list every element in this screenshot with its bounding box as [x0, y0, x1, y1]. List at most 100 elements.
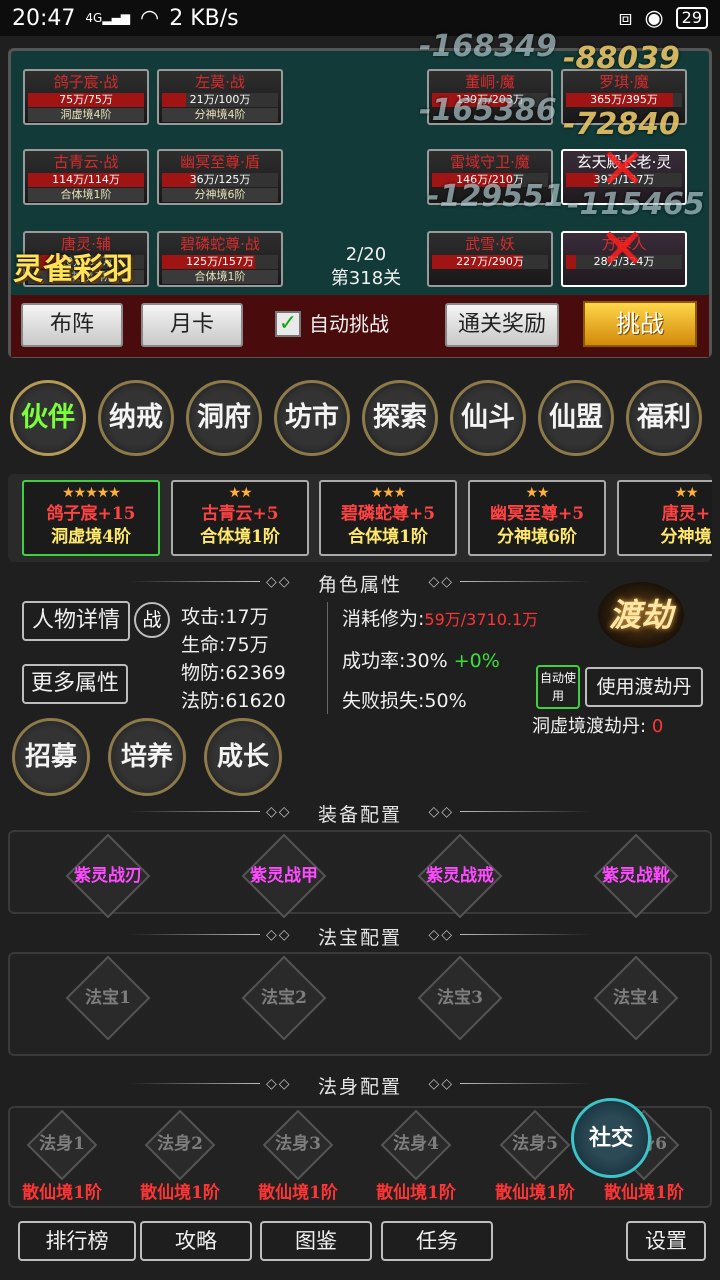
partner-realm: 洞虚境4阶 [51, 527, 131, 547]
challenge-button[interactable]: 挑战 [583, 301, 697, 347]
menu-cave[interactable]: 洞府 [186, 380, 262, 456]
equipment-panel: 紫灵战刃 紫灵战甲 紫灵战戒 紫灵战靴 [8, 830, 712, 919]
unit-name: 碧磷蛇尊·战 [180, 235, 260, 253]
monthly-card-button[interactable]: 月卡 [141, 303, 243, 347]
equipment-title: 装备配置 [317, 804, 402, 826]
settings-button[interactable]: 设置 [626, 1221, 706, 1261]
damage-number: -88039 [563, 41, 680, 76]
wifi-icon: ◠ [140, 5, 160, 31]
menu-explore[interactable]: 探索 [362, 380, 438, 456]
ally-unit[interactable]: 碧磷蛇尊·战 125万/157万 合体境1阶 [157, 231, 283, 287]
treasure-panel: 法宝1 法宝2 法宝3 法宝4 [8, 952, 712, 1056]
ally-unit[interactable]: 古青云·战 114万/114万 合体境1阶 [23, 149, 149, 205]
menu-welfare[interactable]: 福利 [626, 380, 702, 456]
menu-partner[interactable]: 伙伴 [10, 380, 86, 456]
lock-icon: ◉ [644, 5, 664, 31]
social-button[interactable]: 社交 [571, 1098, 651, 1178]
skill-name: 灵雀彩羽 [13, 252, 133, 287]
partner-card[interactable]: ★★★★★ 鸽子宸+15 洞虚境4阶 [22, 480, 160, 556]
equipment-slot[interactable]: 紫灵战刃 [38, 833, 178, 919]
partner-name: 鸽子宸+15 [46, 504, 136, 524]
treasure-name: 法宝2 [261, 988, 307, 1008]
treasure-slot[interactable]: 法宝3 [390, 955, 530, 1041]
train-button[interactable]: 培养 [108, 718, 186, 796]
equipment-name: 紫灵战刃 [74, 866, 142, 886]
formation-button[interactable]: 布阵 [21, 303, 123, 347]
partner-realm: 合体境1阶 [200, 527, 280, 547]
clear-reward-button[interactable]: 通关奖励 [445, 303, 559, 347]
star-rating: ★★★★★ [62, 485, 121, 501]
treasure-slot[interactable]: 法宝2 [214, 955, 354, 1041]
body-realm: 散仙境1阶 [604, 1183, 684, 1203]
battle-area: 鸽子宸·战 75万/75万 洞虚境4阶 左莫·战 21万/100万 分神境4阶 … [8, 29, 712, 358]
codex-button[interactable]: 图鉴 [260, 1221, 372, 1261]
ally-unit[interactable]: 幽冥至尊·盾 36万/125万 分神境6阶 [157, 149, 283, 205]
hp-bar: 125万/157万 [162, 255, 278, 269]
menu-alliance[interactable]: 仙盟 [538, 380, 614, 456]
menu-market[interactable]: 坊市 [274, 380, 350, 456]
menu-storage-ring[interactable]: 纳戒 [98, 380, 174, 456]
unit-name: 雷域守卫·魔 [450, 153, 530, 171]
signal-icon: 4G▂▄▆ [85, 11, 131, 25]
partner-card[interactable]: ★★ 古青云+5 合体境1阶 [171, 480, 309, 556]
guide-button[interactable]: 攻略 [140, 1221, 252, 1261]
equipment-slot[interactable]: 紫灵战甲 [214, 833, 354, 919]
treasure-slot[interactable]: 法宝4 [566, 955, 706, 1041]
partner-card[interactable]: ★★ 幽冥至尊+5 分神境6阶 [468, 480, 606, 556]
partner-realm: 分神境6阶 [497, 527, 577, 547]
unit-name: 鸽子宸·战 [53, 73, 119, 91]
unit-realm: 洞虚境4阶 [28, 108, 144, 122]
damage-number: -129551 [427, 179, 565, 214]
hit-mark-icon: ✕ [599, 217, 646, 282]
treasure-slot[interactable]: 法宝1 [38, 955, 178, 1041]
clock: 20:47 [12, 5, 76, 31]
unit-name: 左莫·战 [195, 73, 245, 91]
partner-card[interactable]: ★★ 唐灵+ 分神境 [617, 480, 712, 556]
unit-realm: 分神境6阶 [162, 188, 278, 202]
unit-name: 幽冥至尊·盾 [180, 153, 260, 171]
attack-stat: 攻击:17万 [181, 606, 269, 628]
ally-unit[interactable]: 鸽子宸·战 75万/75万 洞虚境4阶 [23, 69, 149, 125]
partner-realm: 合体境1阶 [348, 527, 428, 547]
recruit-button[interactable]: 招募 [12, 718, 90, 796]
use-pill-button[interactable]: 使用渡劫丹 [585, 667, 703, 707]
treasure-title: 法宝配置 [317, 927, 402, 949]
hp-bar: 227万/290万 [432, 255, 548, 269]
partner-name: 唐灵+ [661, 504, 711, 524]
unit-name: 武雪·妖 [465, 235, 515, 253]
ranking-button[interactable]: 排行榜 [18, 1221, 136, 1261]
auto-use-toggle[interactable]: 自动使用 [536, 665, 580, 709]
hp-bar: 36万/125万 [162, 173, 278, 187]
physical-defense-stat: 物防:62369 [181, 662, 286, 684]
success-rate-stat: 成功率:30% +0% [342, 650, 500, 672]
enemy-unit[interactable]: 武雪·妖 227万/290万 [427, 231, 553, 287]
tribulation-button[interactable]: 渡劫 [598, 582, 684, 648]
ally-unit[interactable]: 左莫·战 21万/100万 分神境4阶 [157, 69, 283, 125]
equipment-slot[interactable]: 紫灵战靴 [566, 833, 706, 919]
character-detail-button[interactable]: 人物详情 [22, 601, 130, 641]
menu-arena[interactable]: 仙斗 [450, 380, 526, 456]
damage-number: -165386 [419, 93, 557, 128]
treasure-name: 法宝1 [85, 988, 131, 1008]
auto-battle-checkbox[interactable]: ✓ [275, 311, 301, 337]
hp-bar: 75万/75万 [28, 93, 144, 107]
partner-card[interactable]: ★★★ 碧磷蛇尊+5 合体境1阶 [319, 480, 457, 556]
partner-list: ★★★★★ 鸽子宸+15 洞虚境4阶 ★★ 古青云+5 合体境1阶 ★★★ 碧磷… [8, 474, 712, 562]
partner-name: 幽冥至尊+5 [489, 504, 585, 524]
section-header: ◇◇ 法身配置 ◇◇ [0, 1072, 720, 1099]
battle-toolbar: 布阵 月卡 ✓ 自动挑战 通关奖励 挑战 [11, 295, 709, 357]
vibrate-icon: ⧈ [618, 5, 633, 31]
body-title: 法身配置 [317, 1076, 402, 1098]
equipment-slot[interactable]: 紫灵战戒 [390, 833, 530, 919]
unit-realm: 分神境4阶 [162, 108, 278, 122]
growth-button[interactable]: 成长 [204, 718, 282, 796]
battle-badge[interactable]: 战 [134, 602, 170, 638]
equipment-name: 紫灵战戒 [426, 866, 494, 886]
treasure-name: 法宝4 [613, 988, 659, 1008]
hp-bar: 365万/395万 [566, 93, 682, 107]
star-rating: ★★ [674, 485, 698, 501]
tasks-button[interactable]: 任务 [381, 1221, 493, 1261]
unit-name: 古青云·战 [53, 153, 119, 171]
more-attributes-button[interactable]: 更多属性 [22, 664, 128, 704]
partner-realm: 分神境 [660, 527, 712, 547]
